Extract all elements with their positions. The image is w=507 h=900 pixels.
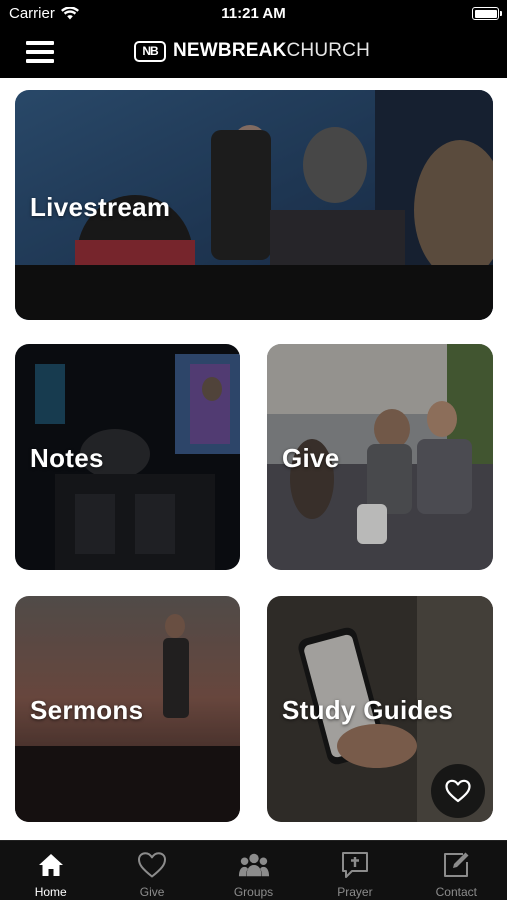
- brand-logo: NB NEWBREAKCHURCH: [134, 40, 370, 62]
- groups-icon: [238, 853, 269, 877]
- tab-prayer[interactable]: Prayer: [304, 841, 405, 900]
- tab-contact-label: Contact: [435, 885, 477, 899]
- hamburger-line: [26, 50, 54, 54]
- tab-groups-label: Groups: [233, 885, 274, 899]
- edit-icon: [444, 852, 469, 877]
- study-guides-label: Study Guides: [282, 695, 454, 725]
- status-bar: Carrier 11:21 AM: [0, 0, 507, 28]
- tab-home-label: Home: [34, 885, 67, 899]
- prayer-icon: [341, 852, 368, 878]
- sermons-label: Sermons: [30, 695, 144, 725]
- livestream-card[interactable]: Livestream: [15, 90, 493, 320]
- tab-bar: Home Give Groups Prayer Contact: [0, 840, 507, 900]
- hamburger-line: [26, 41, 54, 45]
- give-label: Give: [282, 443, 340, 473]
- app-header: NB NEWBREAKCHURCH: [0, 28, 507, 78]
- brand-name: NEWBREAKCHURCH: [173, 40, 370, 62]
- clock: 11:21 AM: [221, 5, 286, 22]
- tab-prayer-label: Prayer: [337, 885, 373, 899]
- study-guides-card[interactable]: Study Guides: [267, 596, 493, 822]
- tab-home[interactable]: Home: [0, 841, 101, 900]
- tab-give-label: Give: [139, 885, 165, 899]
- menu-button[interactable]: [26, 41, 54, 63]
- tab-contact[interactable]: Contact: [406, 841, 507, 900]
- brand-name-light: CHURCH: [286, 40, 371, 61]
- give-card[interactable]: Give: [267, 344, 493, 570]
- logo-badge: NB: [134, 40, 166, 62]
- sermons-card[interactable]: Sermons: [15, 596, 240, 822]
- hamburger-line: [26, 59, 54, 63]
- heart-outline-icon: [445, 779, 471, 803]
- home-icon: [38, 854, 63, 876]
- favorite-button[interactable]: [431, 764, 485, 818]
- heart-icon: [138, 852, 167, 878]
- battery-icon: [472, 7, 502, 20]
- tab-groups[interactable]: Groups: [203, 841, 304, 900]
- brand-name-bold: NEWBREAK: [173, 40, 287, 61]
- notes-label: Notes: [30, 443, 104, 473]
- home-content: Livestream Notes Give Sermons Study Guid…: [0, 78, 507, 840]
- tab-give[interactable]: Give: [101, 841, 202, 900]
- livestream-label: Livestream: [30, 192, 171, 222]
- notes-card[interactable]: Notes: [15, 344, 240, 570]
